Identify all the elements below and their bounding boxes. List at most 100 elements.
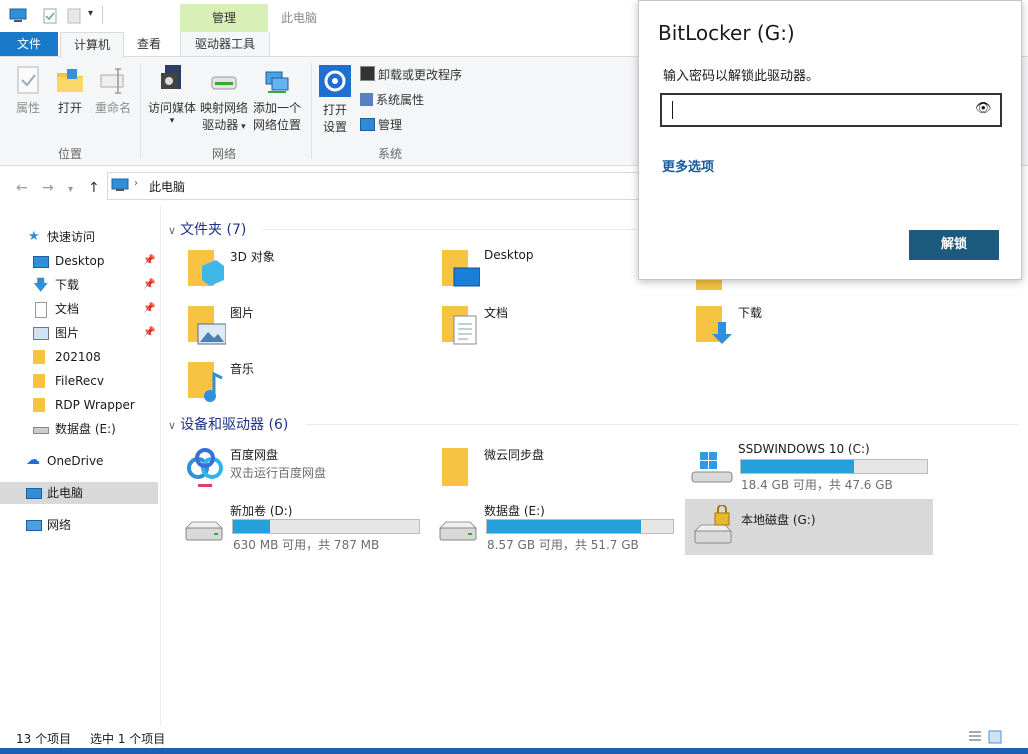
folder-music[interactable]: 音乐 bbox=[182, 358, 432, 410]
nav-network[interactable]: 网络 bbox=[0, 514, 158, 536]
tiles-view-icon[interactable] bbox=[988, 730, 1002, 744]
pin-icon[interactable]: 📌 bbox=[143, 250, 155, 272]
new-folder-qat-icon[interactable] bbox=[67, 8, 81, 24]
folder-icon bbox=[33, 374, 45, 388]
back-arrow-icon[interactable]: ← bbox=[16, 180, 28, 196]
tab-drive-tools[interactable]: 驱动器工具 bbox=[180, 32, 270, 56]
window-title: 此电脑 bbox=[281, 11, 318, 25]
folder-icon bbox=[33, 398, 45, 412]
nav-this-pc[interactable]: 此电脑 bbox=[0, 482, 158, 504]
nav-item-documents[interactable]: 文档 📌 bbox=[0, 298, 158, 320]
folder-icon bbox=[442, 448, 468, 486]
nav-item-rdp-wrapper[interactable]: RDP Wrapper bbox=[0, 394, 158, 416]
forward-arrow-icon[interactable]: → bbox=[42, 180, 54, 196]
dialog-prompt: 输入密码以解锁此驱动器。 bbox=[663, 69, 820, 84]
nav-item-pictures[interactable]: 图片 📌 bbox=[0, 322, 158, 344]
nav-quick-access[interactable]: ★ 快速访问 bbox=[0, 226, 158, 248]
add-location-label-2: 网络位置 bbox=[252, 118, 301, 132]
access-media-dropdown-icon: ▾ bbox=[169, 116, 175, 126]
properties-qat-icon[interactable] bbox=[43, 8, 57, 24]
3d-objects-folder-icon bbox=[188, 250, 224, 286]
map-drive-label-2: 驱动器 bbox=[202, 118, 239, 132]
folder-icon bbox=[33, 350, 45, 364]
baidu-netdisk-icon bbox=[187, 448, 223, 487]
manage-button[interactable]: 管理 bbox=[360, 115, 402, 135]
open-settings-label-1: 打开 bbox=[322, 103, 347, 117]
network-location-icon bbox=[265, 71, 289, 93]
folder-pictures[interactable]: 图片 bbox=[182, 302, 432, 354]
tab-file[interactable]: 文件 bbox=[0, 32, 58, 56]
properties-button[interactable]: 属性 bbox=[10, 65, 46, 117]
tile-subtitle: 8.57 GB 可用，共 51.7 GB bbox=[487, 538, 639, 552]
password-field[interactable]: 👁 bbox=[660, 93, 1002, 127]
pictures-folder-icon bbox=[188, 306, 226, 345]
media-icon bbox=[161, 65, 181, 89]
address-bar[interactable] bbox=[107, 172, 639, 200]
folder-documents[interactable]: 文档 bbox=[436, 302, 686, 354]
rename-button[interactable]: 重命名 bbox=[92, 65, 134, 117]
drive-c[interactable]: SSDWINDOWS 10 (C:) 18.4 GB 可用，共 47.6 GB bbox=[690, 440, 940, 492]
drive-usage-fill bbox=[233, 520, 271, 533]
unlock-button[interactable]: 解锁 bbox=[909, 230, 999, 260]
access-media-label: 访问媒体 bbox=[147, 101, 196, 115]
breadcrumb[interactable]: 此电脑 bbox=[149, 178, 185, 195]
uninstall-label: 卸载或更改程序 bbox=[378, 68, 463, 82]
open-label: 打开 bbox=[57, 101, 82, 115]
drive-g[interactable]: 本地磁盘 (G:) bbox=[685, 499, 933, 555]
more-options-link[interactable]: 更多选项 bbox=[662, 156, 714, 175]
open-button[interactable]: 打开 bbox=[52, 65, 88, 117]
pane-divider[interactable] bbox=[160, 206, 161, 726]
devices-section-header[interactable]: ∨ 设备和驱动器 (6) bbox=[168, 414, 288, 434]
download-arrow-icon: 🡇 bbox=[33, 276, 49, 294]
access-media-button[interactable]: 访问媒体 ▾ bbox=[146, 63, 198, 126]
folder-downloads[interactable]: 下载 bbox=[690, 302, 940, 354]
drive-usage-fill bbox=[741, 460, 855, 473]
system-properties-button[interactable]: 系统属性 bbox=[360, 90, 424, 110]
dialog-title: BitLocker (G:) bbox=[658, 21, 795, 45]
breadcrumb-chevron-icon: › bbox=[134, 178, 138, 189]
nav-network-label: 网络 bbox=[47, 518, 72, 532]
group-label-system: 系统 bbox=[377, 147, 402, 161]
reveal-password-icon[interactable]: 👁 bbox=[975, 101, 992, 116]
recent-dropdown-icon[interactable]: ▾ bbox=[68, 184, 73, 195]
selected-count: 选中 1 个项目 bbox=[90, 732, 166, 746]
properties-icon bbox=[17, 66, 39, 94]
folder-3d-objects[interactable]: 3D 对象 bbox=[182, 246, 432, 298]
add-network-location-button[interactable]: 添加一个 网络位置 bbox=[252, 69, 302, 134]
tab-view[interactable]: 查看 bbox=[124, 32, 174, 56]
documents-folder-icon bbox=[442, 306, 477, 345]
nav-item-data-drive[interactable]: 数据盘 (E:) bbox=[0, 418, 158, 440]
desktop-icon bbox=[33, 256, 49, 268]
pin-icon[interactable]: 📌 bbox=[143, 322, 155, 344]
open-folder-icon bbox=[57, 69, 83, 92]
nav-onedrive[interactable]: ☁ OneDrive bbox=[0, 450, 158, 472]
collapse-chevron-icon: ∨ bbox=[168, 224, 177, 237]
qat-dropdown-icon[interactable]: ▾ bbox=[88, 8, 93, 19]
nav-item-202108[interactable]: 202108 bbox=[0, 346, 158, 368]
open-settings-label-2: 设置 bbox=[322, 120, 347, 134]
section-divider bbox=[262, 229, 636, 230]
tile-name: 文档 bbox=[484, 306, 509, 320]
nav-item-label: 202108 bbox=[55, 350, 101, 364]
uninstall-programs-button[interactable]: 卸载或更改程序 bbox=[360, 65, 462, 85]
folders-section-header[interactable]: ∨ 文件夹 (7) bbox=[168, 219, 246, 239]
nav-item-filerecv[interactable]: FileRecv bbox=[0, 370, 158, 392]
tab-computer[interactable]: 计算机 bbox=[60, 32, 124, 58]
network-icon bbox=[26, 520, 42, 531]
tile-name: 下载 bbox=[738, 306, 763, 320]
settings-gear-icon bbox=[319, 65, 351, 97]
open-settings-button[interactable]: 打开 设置 bbox=[318, 65, 352, 136]
nav-item-downloads[interactable]: 🡇 下载 📌 bbox=[0, 274, 158, 296]
star-icon: ★ bbox=[28, 229, 40, 244]
drive-e[interactable]: 数据盘 (E:) 8.57 GB 可用，共 51.7 GB bbox=[436, 500, 686, 552]
map-network-drive-button[interactable]: 映射网络 驱动器 ▾ bbox=[198, 69, 250, 136]
device-baidu-netdisk[interactable]: 百度网盘 双击运行百度网盘 bbox=[182, 444, 432, 496]
device-weiyun[interactable]: 微云同步盘 bbox=[436, 444, 686, 496]
pin-icon[interactable]: 📌 bbox=[143, 298, 155, 320]
up-arrow-icon[interactable]: ↑ bbox=[88, 180, 100, 196]
tile-name: 3D 对象 bbox=[230, 250, 275, 264]
details-view-icon[interactable] bbox=[968, 730, 982, 744]
drive-d[interactable]: 新加卷 (D:) 630 MB 可用，共 787 MB bbox=[182, 500, 432, 552]
nav-item-desktop[interactable]: Desktop 📌 bbox=[0, 250, 158, 272]
pin-icon[interactable]: 📌 bbox=[143, 274, 155, 296]
